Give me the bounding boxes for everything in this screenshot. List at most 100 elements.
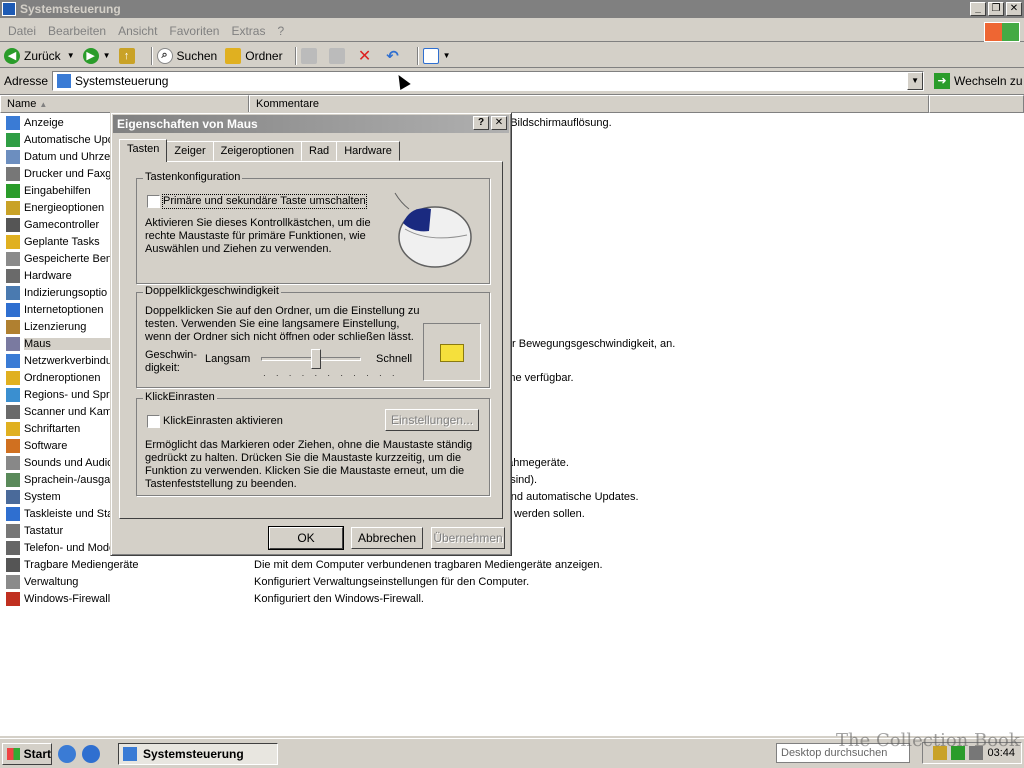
toolbar-separator: [150, 46, 153, 65]
speed-label-line2: digkeit:: [145, 362, 180, 374]
folder-icon[interactable]: [440, 344, 464, 362]
move-to-button[interactable]: [300, 47, 321, 64]
clicklock-checkbox[interactable]: [147, 415, 160, 428]
menu-bar: Datei Bearbeiten Ansicht Favoriten Extra…: [0, 20, 1024, 42]
delete-icon: ✕: [357, 47, 372, 65]
menu-tools[interactable]: Extras: [225, 24, 271, 38]
speed-label-line1: Geschwin-: [145, 349, 197, 361]
restore-button[interactable]: ❐: [988, 2, 1004, 16]
chevron-down-icon[interactable]: ▼: [67, 51, 75, 60]
views-button[interactable]: ▼: [422, 47, 451, 64]
fast-label: Schnell: [376, 353, 413, 365]
menu-favorites[interactable]: Favoriten: [163, 24, 225, 38]
apply-button[interactable]: Übernehmen: [431, 527, 505, 549]
list-item[interactable]: Tragbare Mediengeräte Die mit dem Compute…: [0, 556, 1024, 573]
item-comment: Konfiguriert Verwaltungseinstellungen fü…: [254, 575, 530, 588]
menu-help[interactable]: ?: [271, 24, 290, 38]
item-comment: Die mit dem Computer verbundenen tragbar…: [254, 558, 603, 571]
item-icon: [6, 540, 20, 555]
go-label: Wechseln zu: [954, 74, 1023, 88]
delete-button[interactable]: ✕: [357, 47, 377, 65]
show-desktop-icon[interactable]: [58, 744, 76, 763]
cancel-button[interactable]: Abbrechen: [351, 527, 423, 549]
test-folder-area[interactable]: [423, 323, 481, 381]
item-icon: [6, 115, 20, 130]
group-legend: Doppelklickgeschwindigkeit: [143, 285, 281, 297]
search-button[interactable]: ⌕ Suchen: [156, 47, 218, 64]
item-icon: [6, 387, 20, 402]
dialog-close-button[interactable]: ✕: [491, 116, 507, 130]
menu-file[interactable]: Datei: [2, 24, 42, 38]
item-icon: [6, 234, 20, 249]
toolbar: ◀ Zurück ▼ ▶ ▼ ↑ ⌕ Suchen Ordner ✕ ↶ ▼: [0, 44, 1024, 68]
help-button[interactable]: ?: [473, 116, 489, 130]
go-button[interactable]: ➜ Wechseln zu: [934, 73, 1023, 89]
search-label: Suchen: [176, 48, 218, 63]
swap-buttons-label[interactable]: Primäre und sekundäre Taste umschalten: [162, 194, 367, 209]
control-panel-icon: [2, 2, 16, 16]
up-button[interactable]: ↑: [118, 47, 139, 64]
mouse-illustration-icon: [394, 192, 472, 268]
item-name: Tragbare Mediengeräte: [24, 558, 139, 571]
speed-slider[interactable]: [261, 349, 361, 373]
dblclick-desc-line2: testen. Verwenden Sie eine langsamere Ei…: [145, 318, 400, 330]
clicklock-label[interactable]: KlickEinrasten aktivieren: [163, 415, 283, 428]
tab-wheel[interactable]: Rad: [301, 141, 338, 161]
clicklock-desc-line4: Tastenfeststellung zu beenden.: [145, 478, 297, 490]
swap-desc-line1: Aktivieren Sie dieses Kontrollkästchen, …: [145, 217, 371, 229]
folder-icon: [225, 47, 242, 64]
clicklock-settings-button[interactable]: Einstellungen...: [385, 409, 479, 431]
back-arrow-icon: ◀: [4, 47, 20, 64]
address-input[interactable]: Systemsteuerung ▼: [52, 71, 925, 91]
item-icon: [6, 421, 20, 436]
tab-pointer-options[interactable]: Zeigeroptionen: [212, 141, 302, 161]
group-legend: Tastenkonfiguration: [143, 171, 243, 183]
mouse-properties-dialog: Eigenschaften von Maus ? ✕ Tasten Zeiger…: [110, 112, 512, 556]
menu-view[interactable]: Ansicht: [112, 24, 163, 38]
back-button[interactable]: ◀ Zurück ▼: [4, 47, 75, 64]
tab-hardware[interactable]: Hardware: [336, 141, 400, 161]
item-icon: [6, 200, 20, 215]
swap-buttons-checkbox[interactable]: [147, 195, 160, 208]
minimize-button[interactable]: _: [970, 2, 986, 16]
tab-buttons[interactable]: Tasten: [119, 139, 168, 162]
toolbar-separator: [294, 46, 297, 65]
dblclick-desc-line1: Doppelklicken Sie auf den Ordner, um die…: [145, 305, 420, 317]
column-header-comment[interactable]: Kommentare: [249, 95, 929, 113]
taskbar-item-control-panel[interactable]: Systemsteuerung: [118, 742, 278, 765]
item-icon: [6, 574, 20, 589]
forward-button[interactable]: ▶ ▼: [82, 47, 111, 64]
item-icon: [6, 217, 20, 232]
item-icon: [6, 319, 20, 334]
column-header-name[interactable]: Name ▲: [0, 95, 249, 113]
menu-edit[interactable]: Bearbeiten: [42, 24, 112, 38]
tab-strip: Tasten Zeiger Zeigeroptionen Rad Hardwar…: [119, 139, 400, 162]
item-icon: [6, 438, 20, 453]
item-icon: [6, 489, 20, 504]
chevron-down-icon[interactable]: ▼: [103, 51, 111, 60]
item-comment: Konfiguriert den Windows-Firewall.: [254, 592, 424, 605]
item-icon: [6, 370, 20, 385]
start-button[interactable]: Start: [2, 742, 52, 765]
folders-button[interactable]: Ordner: [225, 47, 283, 64]
undo-button[interactable]: ↶: [385, 48, 405, 65]
item-icon: [6, 472, 20, 487]
chevron-down-icon[interactable]: ▼: [443, 51, 451, 60]
item-icon: [6, 336, 20, 351]
dialog-titlebar[interactable]: Eigenschaften von Maus: [113, 115, 509, 133]
list-item[interactable]: Windows-Firewall Konfiguriert den Windows…: [0, 590, 1024, 607]
ok-button[interactable]: OK: [268, 526, 344, 550]
slider-thumb[interactable]: [310, 349, 321, 369]
group-button-config: Tastenkonfiguration Primäre und sekundär…: [136, 171, 490, 284]
swap-desc-line2: rechte Maustaste für primäre Funktionen,…: [145, 230, 366, 242]
item-icon: [6, 268, 20, 283]
list-item[interactable]: Verwaltung Konfiguriert Verwaltungseinste…: [0, 573, 1024, 590]
tab-pointers[interactable]: Zeiger: [166, 141, 214, 161]
item-icon: [6, 557, 20, 572]
close-button[interactable]: ✕: [1006, 2, 1022, 16]
copy-to-icon: [328, 47, 345, 64]
copy-to-button[interactable]: [328, 47, 349, 64]
address-dropdown-button[interactable]: ▼: [907, 72, 924, 90]
window-titlebar[interactable]: Systemsteuerung _ ❐ ✕: [0, 0, 1024, 18]
internet-explorer-icon[interactable]: [82, 744, 100, 763]
